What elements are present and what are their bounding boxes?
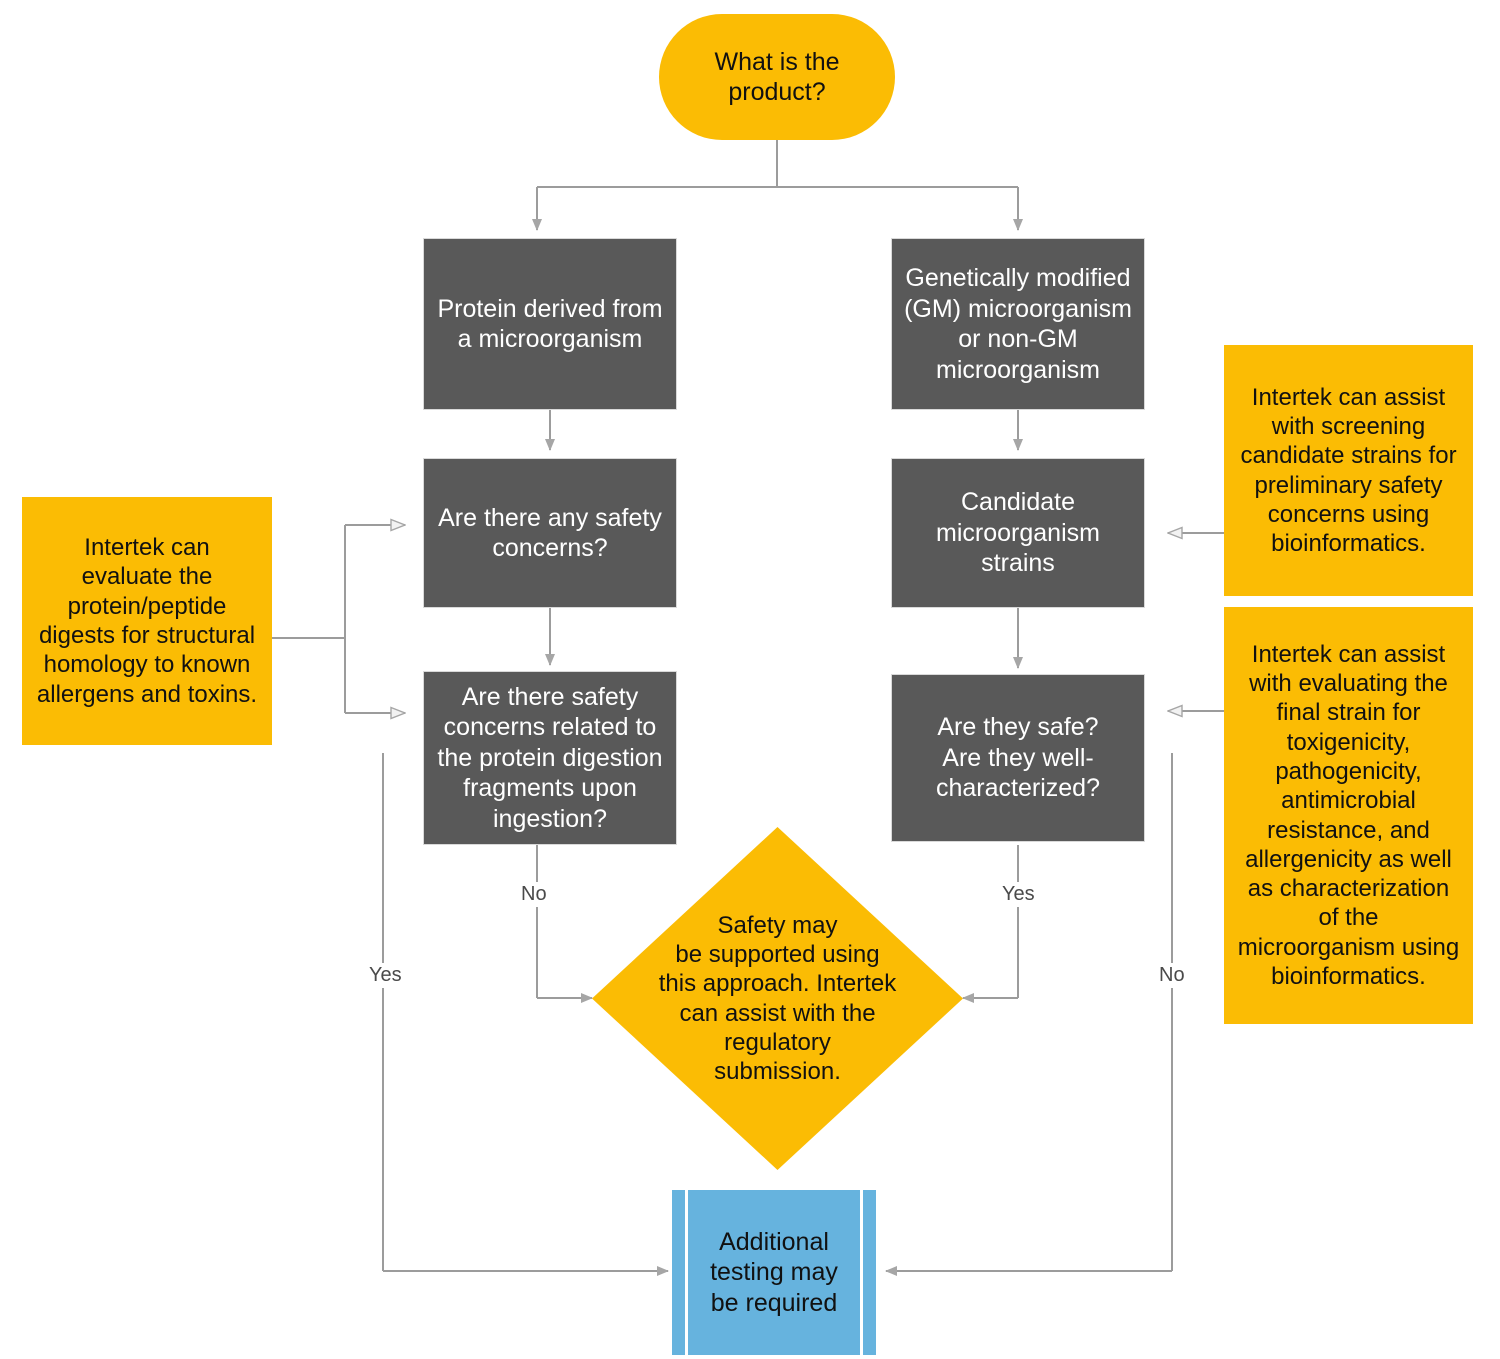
node-protein-branch[interactable]: Protein derived from a microorganism (423, 238, 677, 410)
node-safe-characterized[interactable]: Are they safe? Are they well- characteri… (891, 674, 1145, 842)
note-screening[interactable]: Intertek can assist with screening candi… (1224, 345, 1473, 596)
node-additional-testing[interactable]: Additional testing may be required (672, 1190, 876, 1355)
edge-label-characterized-no: No (1155, 963, 1189, 988)
note-screening-label: Intertek can assist with screening candi… (1240, 383, 1457, 558)
node-additional-testing-label: Additional testing may be required (710, 1227, 838, 1317)
node-digestion-fragments[interactable]: Are there safety concerns related to the… (423, 671, 677, 845)
node-safety-concerns-label: Are there any safety concerns? (438, 503, 662, 563)
edge-label-digestion-yes: Yes (365, 963, 406, 988)
edge-label-digestion-no: No (517, 882, 551, 907)
flowchart-canvas: What is the product? Protein derived fro… (0, 0, 1500, 1359)
node-start[interactable]: What is the product? (659, 14, 895, 140)
edge-label-characterized-yes: Yes (998, 882, 1039, 907)
node-safe-characterized-label: Are they safe? Are they well- characteri… (936, 713, 1100, 803)
node-candidate-strains-label: Candidate microorganism strains (936, 488, 1100, 578)
node-candidate-strains[interactable]: Candidate microorganism strains (891, 458, 1145, 608)
node-digestion-fragments-label: Are there safety concerns related to the… (437, 682, 663, 833)
node-safety-supported-label-wrap: Safety may be supported using this appro… (592, 827, 963, 1170)
node-start-label: What is the product? (714, 47, 840, 107)
node-safety-supported-label: Safety may be supported using this appro… (658, 911, 897, 1086)
node-gm-branch[interactable]: Genetically modified (GM) microorganism … (891, 238, 1145, 410)
note-protein-digest-label: Intertek can evaluate the protein/peptid… (36, 534, 258, 708)
note-final-strain[interactable]: Intertek can assist with evaluating the … (1224, 607, 1473, 1024)
note-protein-digest[interactable]: Intertek can evaluate the protein/peptid… (22, 497, 272, 745)
note-final-strain-label: Intertek can assist with evaluating the … (1237, 640, 1460, 990)
node-safety-supported[interactable]: Safety may be supported using this appro… (592, 827, 963, 1170)
node-protein-branch-label: Protein derived from a microorganism (437, 294, 663, 354)
node-gm-branch-label: Genetically modified (GM) microorganism … (904, 264, 1132, 384)
node-safety-concerns[interactable]: Are there any safety concerns? (423, 458, 677, 608)
